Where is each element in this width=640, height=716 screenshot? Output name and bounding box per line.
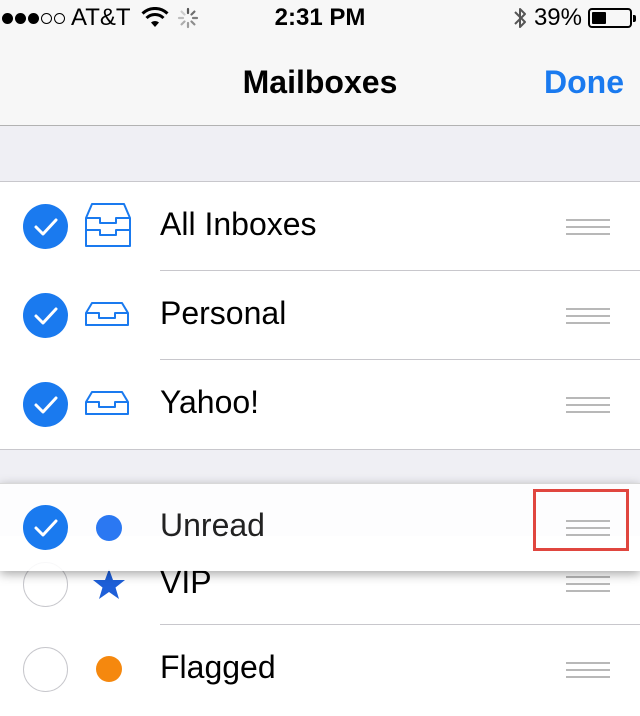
reorder-handle-icon[interactable] <box>566 576 610 597</box>
mailbox-label: Unread <box>160 507 265 543</box>
battery-percentage: 39% <box>533 4 582 31</box>
checkmark-icon[interactable] <box>23 382 68 427</box>
status-bar: AT&T 2:31 PM 39% <box>0 0 640 36</box>
mailbox-label: Personal <box>160 295 287 331</box>
inbox-tray-icon <box>85 203 131 247</box>
battery-icon <box>588 8 636 28</box>
orange-dot-icon <box>96 656 122 682</box>
accounts-section: All Inboxes Personal Yahoo! <box>0 181 640 450</box>
reorder-handle-icon[interactable] <box>566 308 610 329</box>
star-icon <box>93 569 125 599</box>
inbox-tray-icon <box>85 302 129 326</box>
mailbox-row-flagged[interactable]: Flagged <box>0 625 640 714</box>
reorder-handle-icon[interactable] <box>566 219 610 240</box>
checkmark-icon[interactable] <box>23 204 68 249</box>
mailbox-row-yahoo[interactable]: Yahoo! <box>0 360 640 449</box>
mailbox-row-personal[interactable]: Personal <box>0 271 640 360</box>
checkmark-icon[interactable] <box>23 505 68 550</box>
blue-dot-icon <box>96 515 122 541</box>
inbox-tray-icon <box>85 391 129 415</box>
unchecked-circle-icon[interactable] <box>23 647 68 692</box>
done-button[interactable]: Done <box>544 64 624 101</box>
mailbox-label: All Inboxes <box>160 206 317 242</box>
checkmark-icon[interactable] <box>23 293 68 338</box>
mailbox-label: Flagged <box>160 649 276 685</box>
navigation-bar: Mailboxes Done <box>0 36 640 126</box>
bluetooth-icon <box>514 8 526 28</box>
mailbox-label: Yahoo! <box>160 384 260 420</box>
mailbox-row-all-inboxes[interactable]: All Inboxes <box>0 182 640 271</box>
reorder-handle-icon[interactable] <box>566 397 610 418</box>
highlight-annotation <box>533 489 629 551</box>
reorder-handle-icon[interactable] <box>566 662 610 683</box>
